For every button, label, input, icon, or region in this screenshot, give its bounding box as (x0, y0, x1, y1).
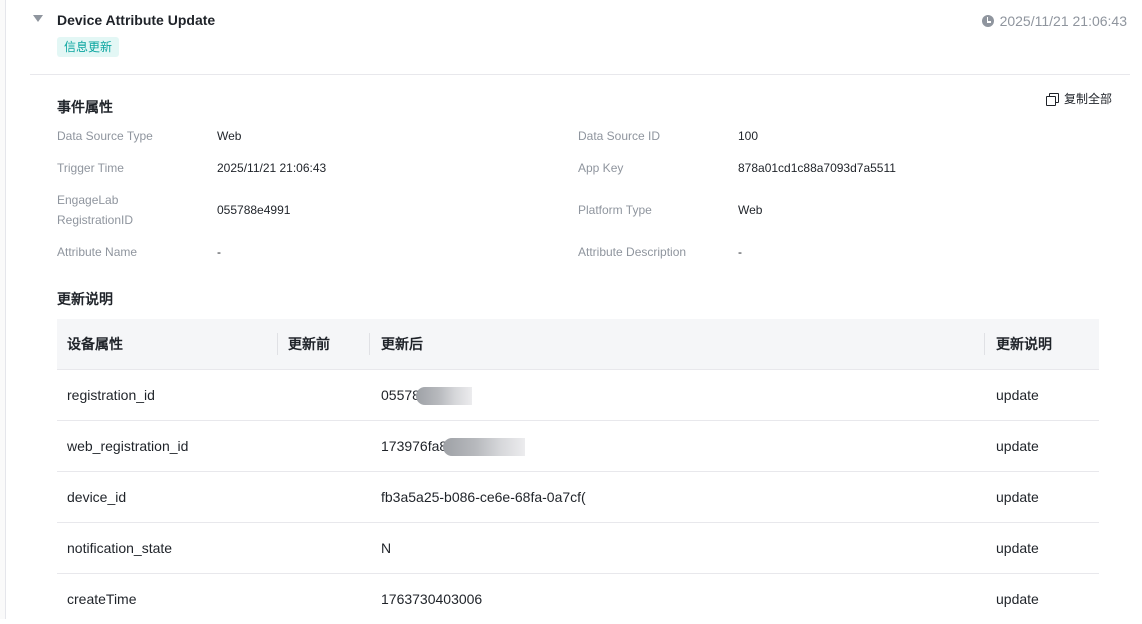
cell-after: N (381, 540, 392, 556)
cell-after-text: 05578 (381, 387, 420, 403)
column-header-attribute[interactable]: 设备属性 (67, 319, 123, 369)
cell-note: update (996, 591, 1039, 607)
cell-after: fb3a5a25-b086-ce6e-68fa-0a7cf( (381, 489, 586, 505)
table-row: device_id fb3a5a25-b086-ce6e-68fa-0a7cf(… (57, 472, 1099, 523)
column-header-note[interactable]: 更新说明 (996, 319, 1052, 369)
copy-all-button[interactable]: 复制全部 (1046, 90, 1112, 107)
attr-label: Attribute Name (57, 245, 138, 259)
event-title: Device Attribute Update (57, 12, 216, 28)
table-row: notification_state N update (57, 523, 1099, 574)
table-row: registration_id 05578 update (57, 370, 1099, 421)
event-timestamp: 2025/11/21 21:06:43 (981, 13, 1127, 29)
table-header: 设备属性 更新前 更新后 更新说明 (57, 319, 1099, 370)
attr-value: - (217, 245, 221, 259)
attr-label: EngageLab RegistrationID (57, 193, 134, 227)
copy-all-label: 复制全部 (1064, 92, 1113, 106)
cell-attribute: notification_state (67, 540, 173, 556)
table-row: web_registration_id 173976fa8 update (57, 421, 1099, 472)
attr-value: 2025/11/21 21:06:43 (217, 161, 327, 175)
attr-value: 100 (738, 129, 759, 143)
cell-attribute: web_registration_id (67, 438, 189, 454)
update-table: 设备属性 更新前 更新后 更新说明 registration_id 05578 … (57, 319, 1099, 624)
event-tag: 信息更新 (57, 37, 120, 57)
cell-attribute: createTime (67, 591, 137, 607)
update-desc-title: 更新说明 (57, 291, 113, 307)
cell-after: 05578 (381, 370, 472, 420)
column-header-after[interactable]: 更新后 (381, 319, 423, 369)
attr-label: Data Source Type (57, 129, 153, 143)
event-header[interactable]: Device Attribute Update 信息更新 2025/11/21 … (30, 0, 1130, 75)
cell-note: update (996, 387, 1039, 403)
attr-label: Attribute Description (578, 245, 687, 259)
redaction-mask (415, 387, 472, 406)
collapse-caret-icon[interactable] (33, 15, 43, 22)
attr-label: Platform Type (578, 203, 652, 217)
cell-attribute: device_id (67, 489, 127, 505)
attr-value: 055788e4991 (217, 203, 291, 217)
cell-after: 173976fa8 (381, 421, 526, 471)
cell-note: update (996, 438, 1039, 454)
attr-value: Web (738, 203, 763, 217)
cell-after-text: 173976fa8 (381, 438, 448, 454)
attr-label: Data Source ID (578, 129, 661, 143)
clock-icon (981, 15, 994, 27)
left-rail (0, 0, 6, 619)
column-divider[interactable] (984, 333, 985, 355)
column-header-before[interactable]: 更新前 (288, 319, 330, 369)
attr-label: Trigger Time (57, 161, 124, 175)
cell-note: update (996, 489, 1039, 505)
cell-after: 1763730403006 (381, 591, 483, 607)
timestamp-text: 2025/11/21 21:06:43 (999, 13, 1127, 29)
table-row: createTime 1763730403006 update (57, 574, 1099, 624)
attr-value: 878a01cd1c88a7093d7a5511 (738, 161, 896, 175)
redaction-mask (443, 438, 526, 457)
column-divider[interactable] (277, 333, 278, 355)
copy-icon (1046, 92, 1059, 106)
attr-label: App Key (578, 161, 624, 175)
event-props-title: 事件属性 (57, 99, 113, 115)
column-divider[interactable] (369, 333, 370, 355)
cell-attribute: registration_id (67, 387, 155, 403)
attr-value: Web (217, 129, 242, 143)
cell-note: update (996, 540, 1039, 556)
attr-value: - (738, 245, 742, 259)
